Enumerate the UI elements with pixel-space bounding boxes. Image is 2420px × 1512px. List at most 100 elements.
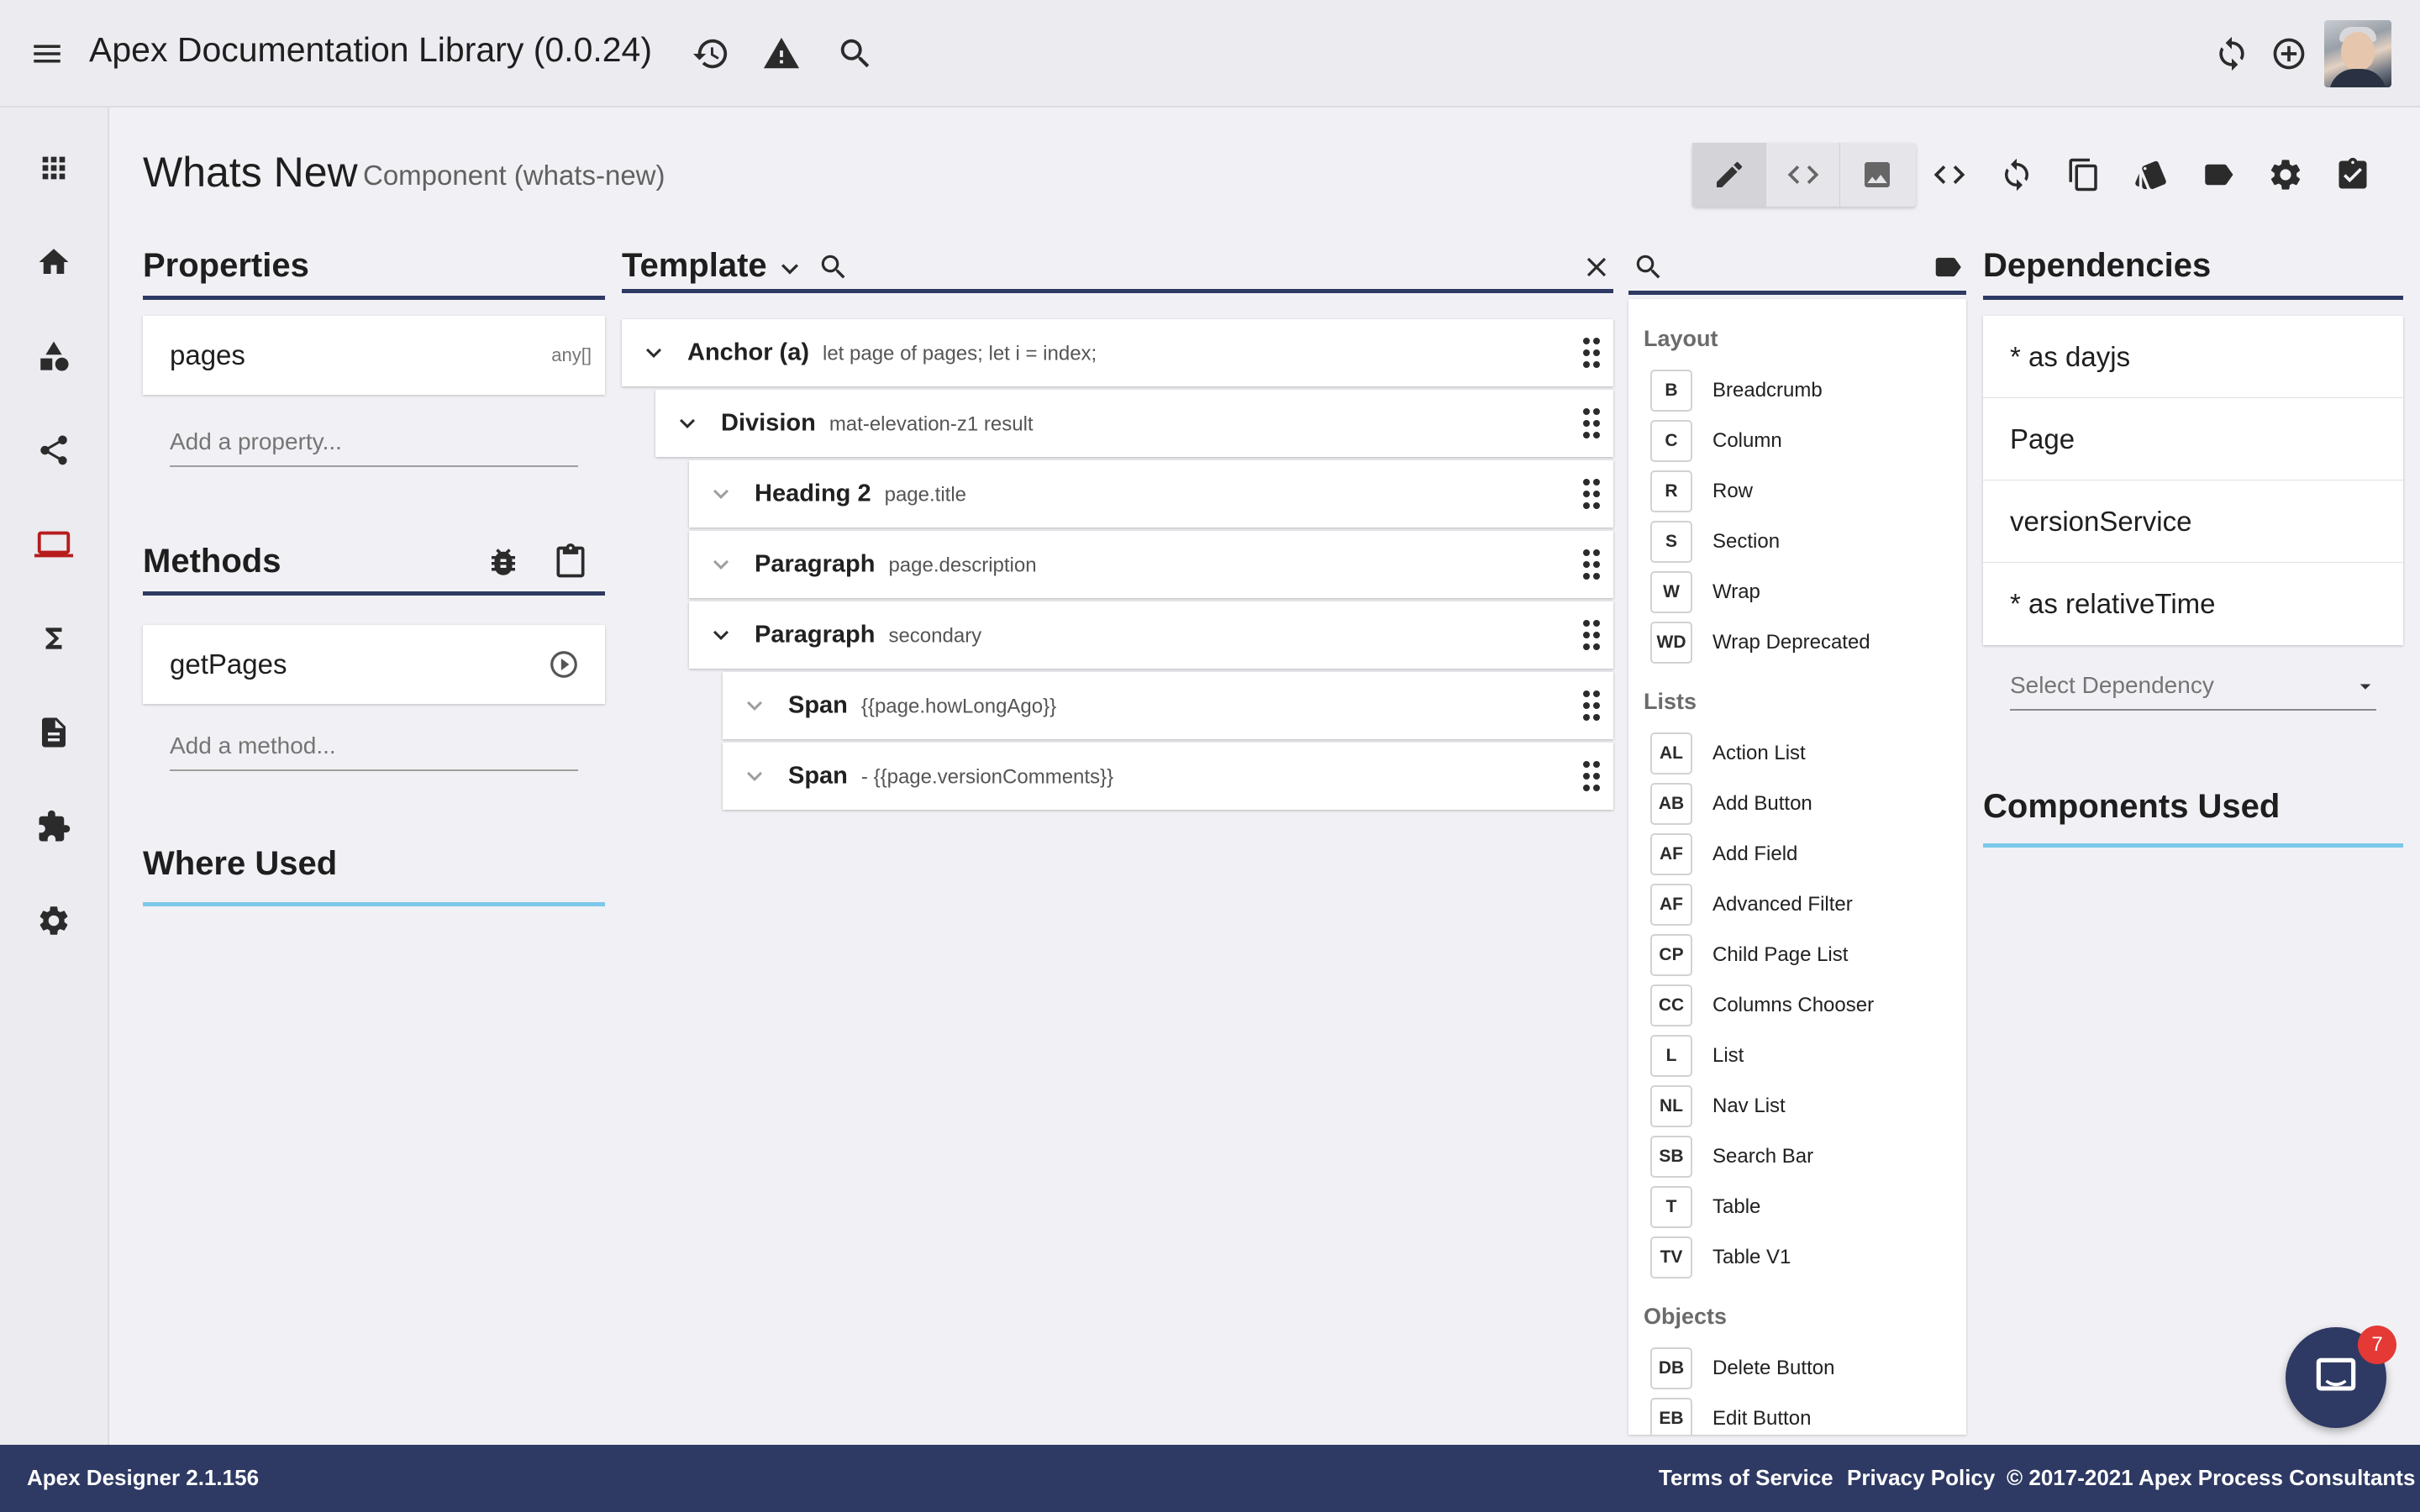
sigma-icon[interactable] (29, 613, 79, 664)
drag-handle-icon[interactable] (1575, 334, 1608, 371)
palette-item[interactable]: B Breadcrumb (1650, 370, 1823, 412)
terms-link[interactable]: Terms of Service (1659, 1465, 1833, 1491)
palette-item[interactable]: C Column (1650, 420, 1782, 462)
warning-icon[interactable] (756, 29, 807, 79)
select-dependency-dropdown[interactable]: Select Dependency (2010, 664, 2376, 711)
palette-item[interactable]: AF Advanced Filter (1650, 884, 1853, 926)
template-node[interactable]: Anchor (a) let page of pages; let i = ind… (622, 319, 1613, 386)
palette-item-badge: AL (1650, 732, 1692, 774)
drag-handle-icon[interactable] (1575, 758, 1608, 795)
palette-item-label: Advanced Filter (1712, 893, 1853, 916)
code-icon[interactable] (1766, 143, 1840, 207)
template-node-name: Paragraph (755, 550, 876, 578)
template-node[interactable]: Paragraph secondary (689, 601, 1613, 669)
share-icon[interactable] (29, 425, 79, 475)
palette-item[interactable]: NL Nav List (1650, 1085, 1786, 1127)
palette-item[interactable]: W Wrap (1650, 571, 1760, 613)
chevron-down-icon[interactable] (704, 477, 738, 511)
palette-item[interactable]: L List (1650, 1035, 1744, 1077)
menu-icon[interactable] (22, 29, 72, 79)
chevron-down-icon[interactable] (738, 689, 771, 722)
method-item[interactable]: getPages (143, 625, 605, 704)
add-property-input[interactable]: Add a property... (170, 420, 578, 467)
drag-handle-icon[interactable] (1575, 475, 1608, 512)
dependency-item[interactable]: * as dayjs (1983, 316, 2403, 398)
image-icon[interactable] (1840, 143, 1914, 207)
chevron-down-icon[interactable] (738, 759, 771, 793)
search-icon[interactable] (1630, 249, 1667, 286)
palette-item[interactable]: WD Wrap Deprecated (1650, 622, 1870, 664)
palette-item[interactable]: AB Add Button (1650, 783, 1812, 825)
drag-handle-icon[interactable] (1575, 405, 1608, 442)
assignment-check-icon[interactable] (2329, 151, 2376, 198)
sync-icon[interactable] (1993, 151, 2040, 198)
palette-item[interactable]: T Table (1650, 1186, 1760, 1228)
apps-icon[interactable] (29, 143, 79, 193)
palette-item[interactable]: CP Child Page List (1650, 934, 1848, 976)
drag-handle-icon[interactable] (1575, 687, 1608, 724)
puzzle-icon[interactable] (29, 801, 79, 852)
palette-item[interactable]: AF Add Field (1650, 833, 1797, 875)
code-icon[interactable] (1926, 151, 1973, 198)
palette-item-label: Edit Button (1712, 1407, 1812, 1430)
shapes-icon[interactable] (29, 331, 79, 381)
left-nav-rail (0, 108, 109, 1445)
chevron-down-icon[interactable] (771, 250, 808, 287)
add-circle-icon[interactable] (2264, 29, 2314, 79)
chevron-down-icon[interactable] (704, 618, 738, 652)
bug-icon[interactable] (482, 541, 524, 583)
refresh-icon[interactable] (2207, 29, 2257, 79)
styles-icon[interactable] (2128, 151, 2175, 198)
template-node-description: page.title (884, 483, 966, 507)
label-icon[interactable] (1929, 249, 1966, 286)
copyright-text: © 2017-2021 Apex Process Consultants (2007, 1465, 2416, 1490)
chevron-down-icon[interactable] (671, 407, 704, 440)
palette-item[interactable]: S Section (1650, 521, 1780, 563)
file-icon[interactable] (29, 707, 79, 758)
select-dependency-placeholder: Select Dependency (2010, 672, 2214, 698)
palette-search-input[interactable] (1672, 244, 1924, 291)
chevron-down-icon[interactable] (704, 548, 738, 581)
template-search-input[interactable] (857, 244, 1613, 291)
template-node[interactable]: Paragraph page.description (689, 531, 1613, 598)
edit-icon[interactable] (1692, 143, 1766, 207)
close-icon[interactable] (1578, 249, 1615, 286)
label-icon[interactable] (2195, 151, 2242, 198)
chevron-down-icon[interactable] (637, 336, 671, 370)
user-avatar[interactable] (2324, 20, 2391, 87)
play-circle-icon[interactable] (548, 648, 580, 680)
palette-item[interactable]: TV Table V1 (1650, 1236, 1791, 1278)
home-icon[interactable] (29, 237, 79, 287)
laptop-icon[interactable] (29, 519, 79, 570)
template-node[interactable]: Heading 2 page.title (689, 460, 1613, 528)
template-node[interactable]: Span {{page.howLongAgo}} (723, 672, 1613, 739)
palette-item[interactable]: EB Edit Button (1650, 1398, 1811, 1435)
palette-item[interactable]: SB Search Bar (1650, 1136, 1813, 1178)
copy-icon[interactable] (2060, 151, 2107, 198)
template-node[interactable]: Span - {{page.versionComments}} (723, 743, 1613, 810)
clipboard-icon[interactable] (550, 541, 592, 583)
app-title[interactable]: Apex Documentation Library (0.0.24) (89, 30, 652, 70)
settings-icon[interactable] (29, 895, 79, 946)
method-name: getPages (170, 648, 287, 680)
property-item[interactable]: pages any[] (143, 316, 605, 395)
palette-item[interactable]: CC Columns Chooser (1650, 984, 1874, 1026)
search-icon[interactable] (815, 249, 852, 286)
template-node[interactable]: Division mat-elevation-z1 result (655, 390, 1613, 457)
palette-item[interactable]: AL Action List (1650, 732, 1806, 774)
search-icon[interactable] (830, 29, 881, 79)
chat-launcher-button[interactable]: 7 (2286, 1326, 2396, 1428)
dependency-item[interactable]: * as relativeTime (1983, 563, 2403, 645)
settings-icon[interactable] (2262, 151, 2309, 198)
privacy-link[interactable]: Privacy Policy (1847, 1465, 1995, 1491)
history-icon[interactable] (686, 29, 736, 79)
add-method-input[interactable]: Add a method... (170, 724, 578, 771)
palette-item[interactable]: R Row (1650, 470, 1753, 512)
palette-item[interactable]: DB Delete Button (1650, 1347, 1834, 1389)
drag-handle-icon[interactable] (1575, 546, 1608, 583)
dependency-label: versionService (2010, 505, 2192, 537)
dependency-item[interactable]: versionService (1983, 480, 2403, 563)
drag-handle-icon[interactable] (1575, 617, 1608, 654)
footer-version: Apex Designer 2.1.156 (27, 1465, 260, 1490)
dependency-item[interactable]: Page (1983, 398, 2403, 480)
